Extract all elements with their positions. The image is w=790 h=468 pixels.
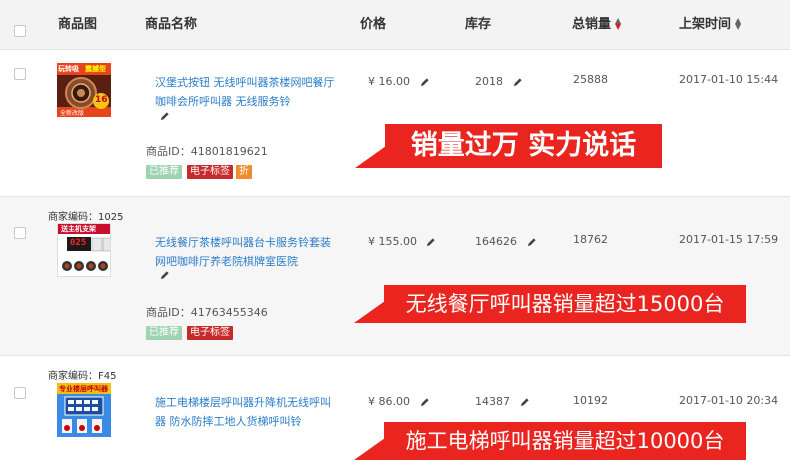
sales-value: 25888 [573,73,608,86]
price-cell: ¥ 155.00 [368,235,436,248]
banner-tail [355,146,386,168]
discount-tag: 折 [236,165,252,179]
product-title: 汉堡式按钮 无线呼叫器茶楼网吧餐厅咖啡会所呼叫器 无线服务铃 [155,76,335,108]
merchant-code: 商家编码：F45 [48,371,117,382]
thumb-number: 16 [95,95,108,105]
col-image-header: 商品图 [58,17,98,32]
select-all-checkbox[interactable] [14,25,26,37]
col-listed-header[interactable]: 上架时间 ▲ ▼ [679,0,741,50]
col-listed-label: 上架时间 [679,17,732,32]
row-checkbox[interactable] [14,387,26,399]
col-sales-label: 总销量 [572,17,612,32]
price-cell: ¥ 16.00 [368,75,430,88]
edit-title-icon[interactable] [159,270,170,281]
sort-desc-icon[interactable]: ▲ ▼ [615,16,621,30]
edit-stock-icon[interactable] [526,237,537,248]
stock-value: 2018 [475,75,503,88]
table-row: 商家编码：F45 专业楼层呼叫器 施工电梯楼层呼叫器升降机无线呼叫器 防水防摔工… [0,356,790,468]
thumb-label: 全新改版 [60,110,85,117]
edit-title-icon[interactable] [159,111,170,122]
stock-cell: 2018 [475,75,523,88]
price-value: ¥ 86.00 [368,395,410,408]
product-id: 商品ID：41801819621 [146,145,268,158]
col-stock-header: 库存 [465,17,492,32]
sales-value: 10192 [573,394,608,407]
product-title: 施工电梯楼层呼叫器升降机无线呼叫器 防水防摔工地人货梯呼叫铃 [155,396,331,428]
electronic-label-tag: 电子标签 [187,326,233,340]
stock-cell: 14387 [475,395,530,408]
product-id: 商品ID：41763455346 [146,306,268,319]
listed-time: 2017-01-10 20:34 [679,394,779,407]
product-thumbnail[interactable]: 送主机支架 025 [57,223,111,277]
edit-stock-icon[interactable] [512,77,523,88]
product-title: 无线餐厅茶楼呼叫器台卡服务铃套装网吧咖啡厅养老院棋牌室医院 [155,236,331,268]
banner-text: 销量过万 实力说话 [410,130,637,161]
stock-value: 14387 [475,395,510,408]
price-value: ¥ 155.00 [368,235,417,248]
sales-value: 18762 [573,233,608,246]
thumb-number: 025 [70,238,87,248]
table-row: 玩转吸 震撼型 全新改版 16 汉堡式按钮 无线呼叫器茶楼网吧餐厅咖啡会所呼叫器… [0,51,790,196]
listed-time: 2017-01-10 15:44 [679,73,779,86]
recommended-tag: 已推荐 [146,165,182,179]
edit-price-icon[interactable] [425,237,436,248]
banner-tail [354,301,385,323]
promo-banner: 施工电梯呼叫器销量超过10000台 [354,422,746,460]
thumb-label: 震撼型 [85,65,106,73]
banner-text: 施工电梯呼叫器销量超过10000台 [405,429,725,453]
thumb-label: 玩转吸 [58,65,79,73]
stock-value: 164626 [475,235,517,248]
product-title-link[interactable]: 无线餐厅茶楼呼叫器台卡服务铃套装网吧咖啡厅养老院棋牌室医院 [155,233,335,271]
edit-price-icon[interactable] [419,77,430,88]
recommended-tag: 已推荐 [146,326,182,340]
col-name-header: 商品名称 [145,17,198,32]
electronic-label-tag: 电子标签 [187,165,233,179]
row-checkbox[interactable] [14,68,26,80]
promo-banner: 无线餐厅呼叫器销量超过15000台 [354,285,746,323]
banner-tail [354,438,385,460]
sort-icon[interactable]: ▲ ▼ [735,16,741,30]
product-title-link[interactable]: 汉堡式按钮 无线呼叫器茶楼网吧餐厅咖啡会所呼叫器 无线服务铃 [155,73,335,111]
thumb-label: 专业楼层呼叫器 [59,385,108,393]
price-cell: ¥ 86.00 [368,395,430,408]
listed-time: 2017-01-15 17:59 [679,233,779,246]
product-thumbnail[interactable]: 专业楼层呼叫器 [57,383,111,437]
col-price-header: 价格 [360,17,387,32]
row-checkbox[interactable] [14,227,26,239]
product-thumbnail[interactable]: 玩转吸 震撼型 全新改版 16 [57,63,111,117]
table-row: 商家编码：1025 送主机支架 025 无线餐厅茶楼呼叫器台卡服务铃套装网吧咖啡… [0,197,790,355]
price-value: ¥ 16.00 [368,75,410,88]
stock-cell: 164626 [475,235,537,248]
thumb-label: 送主机支架 [61,225,96,233]
edit-stock-icon[interactable] [519,397,530,408]
col-sales-header[interactable]: 总销量 ▲ ▼ [572,0,621,50]
promo-banner: 销量过万 实力说话 [355,124,662,168]
banner-text: 无线餐厅呼叫器销量超过15000台 [405,292,725,316]
product-title-link[interactable]: 施工电梯楼层呼叫器升降机无线呼叫器 防水防摔工地人货梯呼叫铃 [155,393,335,431]
table-header: 商品图 商品名称 价格 库存 总销量 ▲ ▼ 上架时间 ▲ ▼ [0,0,790,50]
edit-price-icon[interactable] [419,397,430,408]
merchant-code: 商家编码：1025 [48,212,124,223]
